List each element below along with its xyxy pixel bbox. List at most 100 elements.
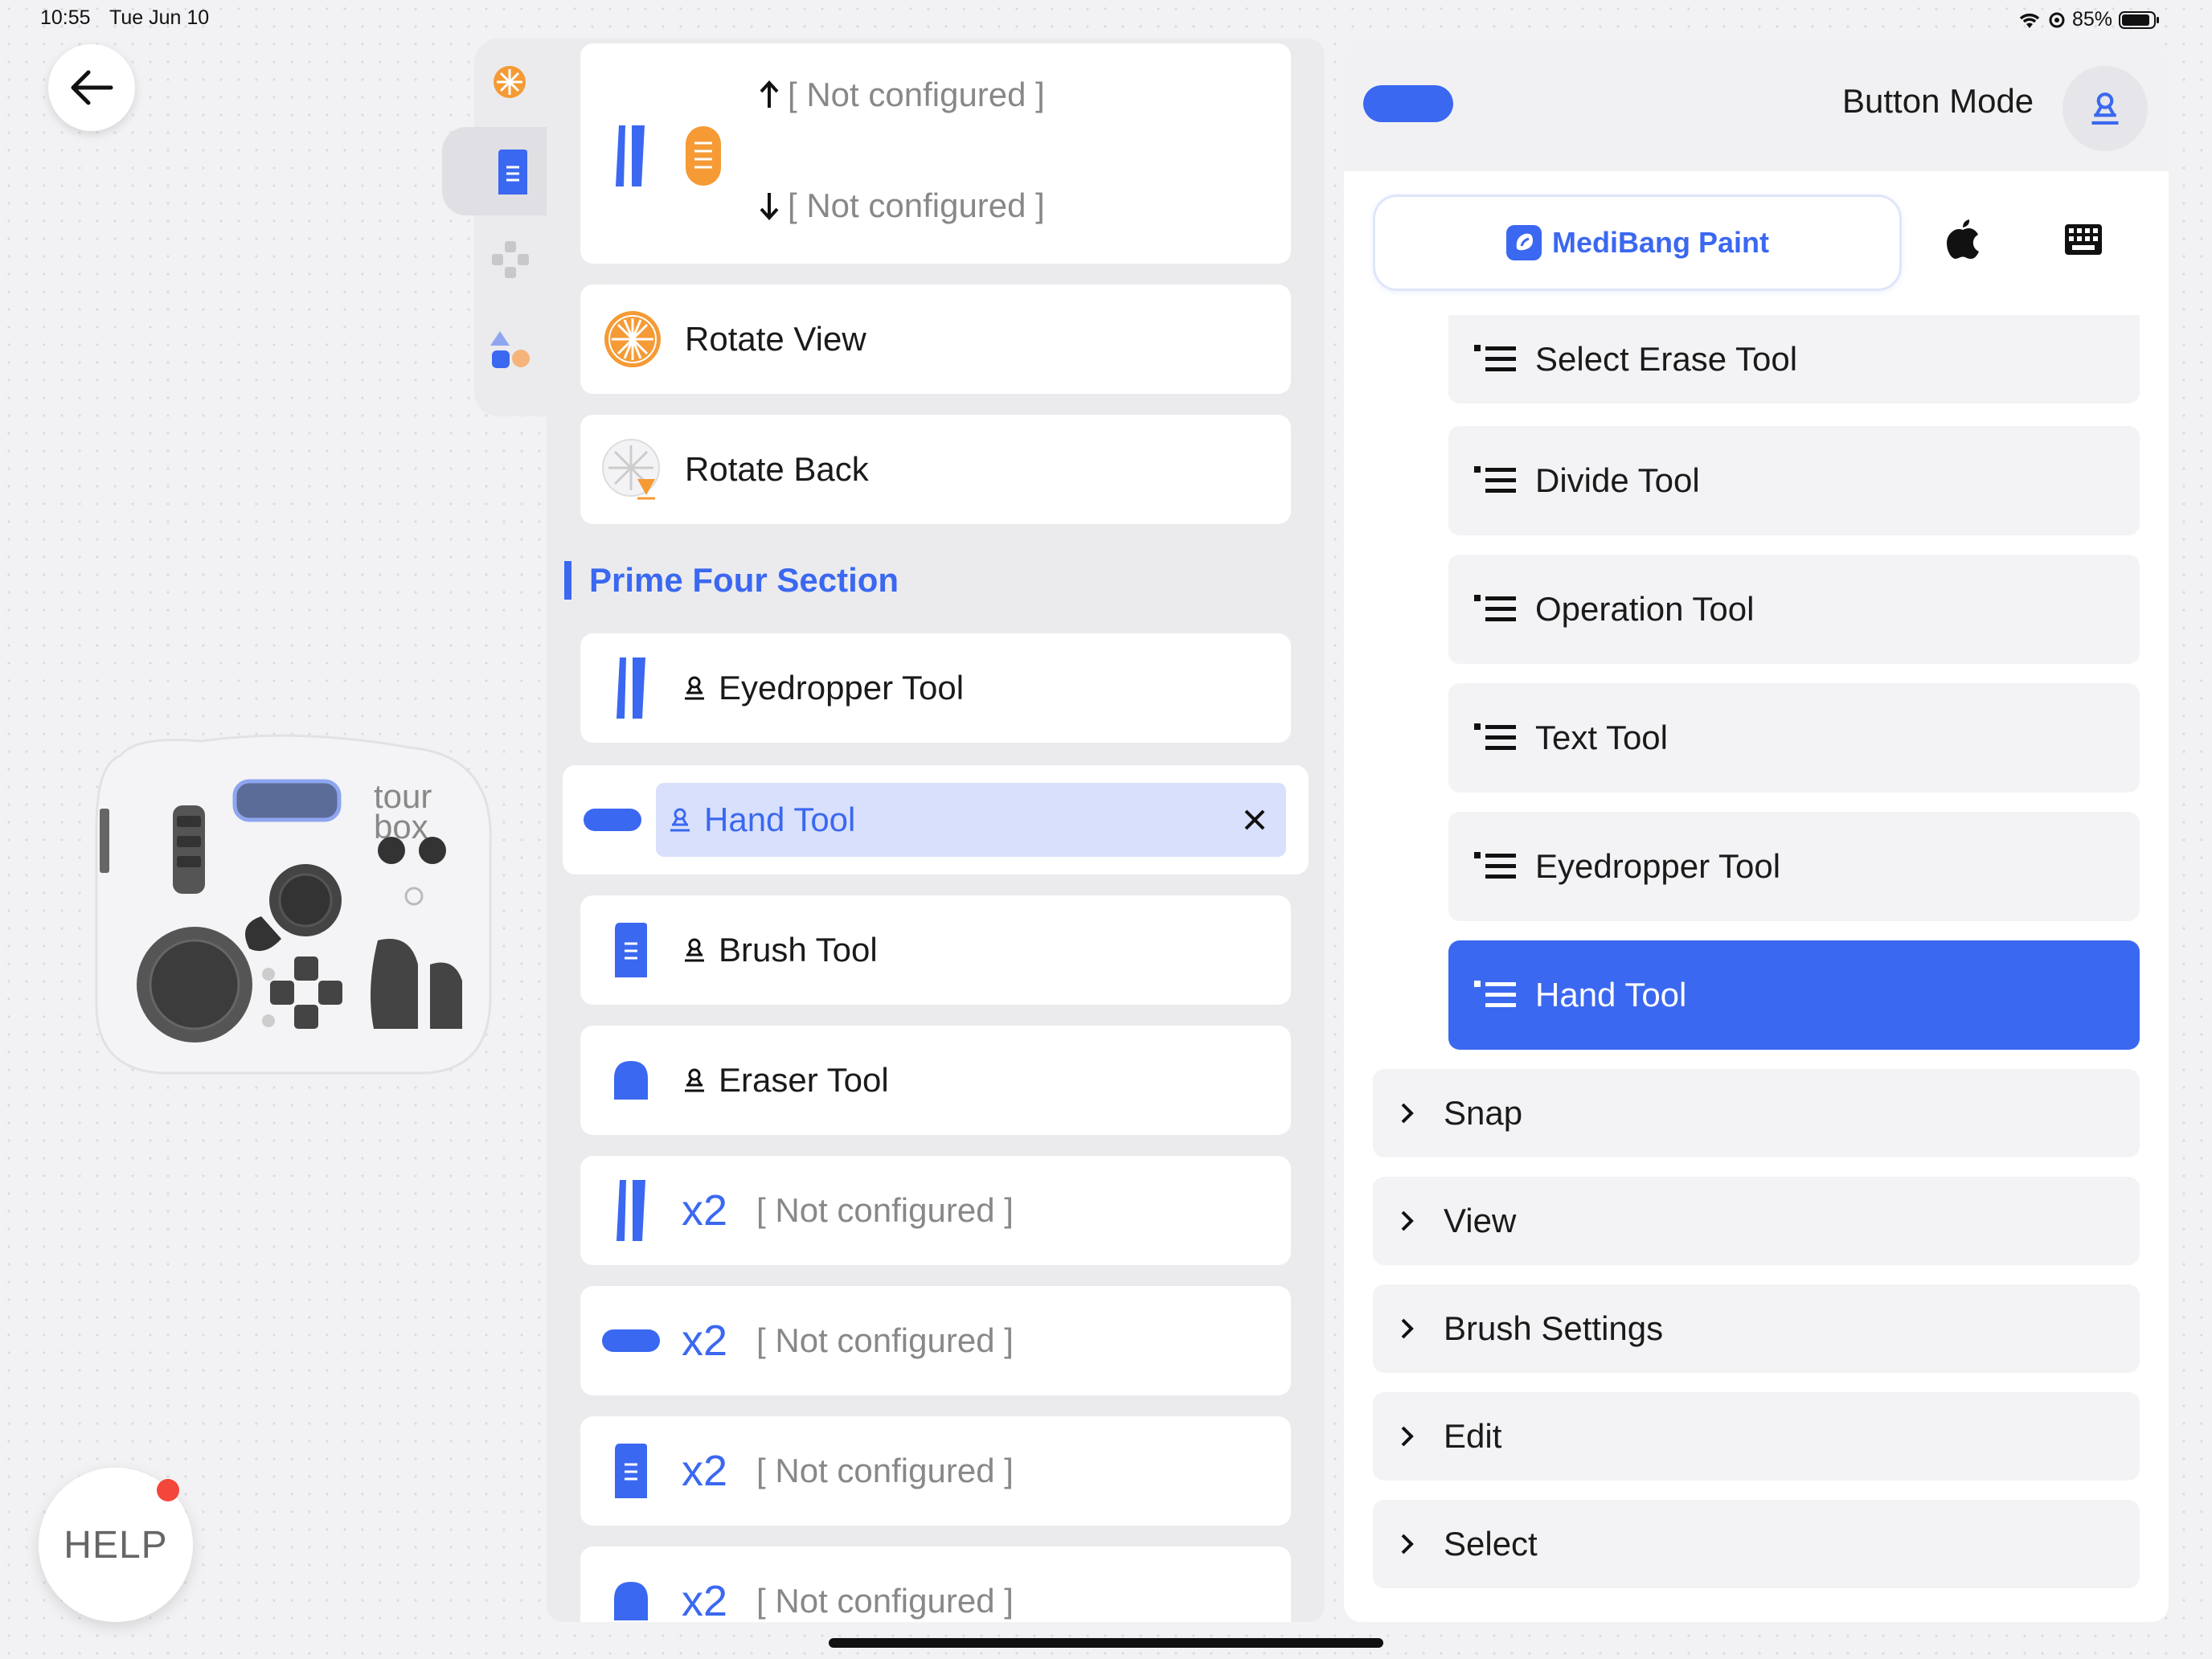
scroll-down-label: [ Not configured ] [788,186,1045,224]
status-date: Tue Jun 10 [109,6,210,29]
list-icon [1474,345,1516,371]
rotate-back-label: Rotate Back [685,450,869,488]
chevron-right-icon [1401,1210,1414,1231]
medibang-app-icon [1505,225,1542,260]
status-icons: 85% [2017,8,2161,31]
scroll-wheel-icon [686,126,721,186]
chevron-right-icon [1401,1103,1414,1124]
double-press-2-card[interactable]: x2 [ Not configured ] [580,1286,1291,1395]
selected-button-indicator [1363,85,1453,122]
prime-button-3-label: Brush Tool [719,931,878,969]
prime-button-4-card[interactable]: Eraser Tool [580,1026,1291,1135]
wide-button-icon [584,809,641,831]
button-list-icon [615,1444,647,1498]
tall-button-icon [616,1180,645,1241]
svg-text:box: box [374,808,428,846]
chevron-right-icon [1401,1318,1414,1339]
chevron-right-icon [1401,1534,1414,1555]
group-select[interactable]: Select [1373,1500,2140,1588]
tall-button-icon [616,125,645,186]
tool-item-hand-selected[interactable]: Hand Tool [1448,940,2140,1050]
list-icon [1474,852,1516,879]
round-button-icon [614,1061,648,1100]
tall-button-icon [616,657,645,719]
close-icon[interactable] [1243,808,1267,832]
button-list-icon [615,923,647,977]
tool-item-text[interactable]: Text Tool [1448,683,2140,793]
prime-button-3-card[interactable]: Brush Tool [580,895,1291,1005]
tool-item-label: Divide Tool [1535,461,1700,499]
prime-button-2-card[interactable]: Hand Tool [563,765,1309,875]
list-icon [1474,723,1516,750]
button-mode-toggle[interactable] [2062,66,2148,151]
group-brush-settings[interactable]: Brush Settings [1373,1284,2140,1373]
rotate-view-label: Rotate View [685,320,866,358]
group-edit[interactable]: Edit [1373,1392,2140,1481]
group-view[interactable]: View [1373,1177,2140,1265]
list-icon [1474,981,1516,1007]
arrow-up-icon [760,80,779,108]
tab-shapes[interactable] [489,328,532,375]
rotate-view-card[interactable]: Rotate View [580,285,1291,394]
rotate-dial-icon [604,311,661,367]
app-tab-label: MediBang Paint [1551,226,1770,259]
selected-action-chip[interactable]: Hand Tool [656,783,1286,857]
section-title: Prime Four Section [564,561,899,600]
tool-macro-icon [670,808,690,832]
notification-dot [157,1479,179,1501]
group-label: View [1444,1202,1517,1239]
tool-item-operation[interactable]: Operation Tool [1448,555,2140,664]
tab-medibang-paint[interactable]: MediBang Paint [1373,195,1902,291]
tab-rotary[interactable] [490,63,529,105]
rotate-back-card[interactable]: Rotate Back [580,415,1291,524]
double-press-badge: x2 [682,1447,728,1495]
scroll-wheel-card[interactable]: [ Not configured ] [ Not configured ] [580,43,1291,264]
tourbox-device-image: tour box [88,731,498,1093]
tool-macro-icon [2091,92,2119,125]
list-icon [1474,595,1516,621]
tab-buttons-active[interactable] [442,127,547,215]
double-press-1-label: [ Not configured ] [756,1191,1014,1229]
home-indicator[interactable] [829,1638,1383,1648]
chevron-right-icon [1401,1426,1414,1447]
double-press-3-label: [ Not configured ] [756,1452,1014,1489]
rotate-back-dial-icon [602,439,660,500]
button-list-icon [498,150,527,195]
group-label: Edit [1444,1417,1502,1455]
double-press-3-card[interactable]: x2 [ Not configured ] [580,1416,1291,1526]
back-button[interactable] [48,44,135,131]
group-snap[interactable]: Snap [1373,1069,2140,1157]
tab-keyboard[interactable] [2064,223,2103,260]
prime-button-4-label: Eraser Tool [719,1061,889,1099]
arrow-down-icon [760,193,779,220]
tool-item-label: Eyedropper Tool [1535,847,1781,885]
double-press-2-label: [ Not configured ] [756,1321,1014,1359]
group-label: Brush Settings [1444,1309,1664,1347]
tab-system[interactable] [1945,219,1981,264]
tool-item-eyedropper[interactable]: Eyedropper Tool [1448,812,2140,921]
tool-macro-icon [685,1068,704,1092]
double-press-4-card[interactable]: x2 [ Not configured ] [580,1546,1291,1622]
arrow-left-icon [71,70,113,105]
tool-item-label: Hand Tool [1535,976,1687,1014]
double-press-badge: x2 [682,1317,728,1365]
shapes-icon [490,331,530,368]
help-label: HELP [63,1523,168,1567]
list-icon [1474,466,1516,493]
double-press-badge: x2 [682,1186,728,1235]
dpad-icon [492,241,529,278]
mode-label: Button Mode [1842,82,2034,120]
apple-icon [1947,219,1979,259]
tool-item-label: Operation Tool [1535,590,1755,628]
prime-button-1-card[interactable]: Eyedropper Tool [580,633,1291,743]
tool-item-select-erase[interactable]: Select Erase Tool [1448,315,2140,403]
tool-item-label: Text Tool [1535,719,1668,756]
double-press-badge: x2 [682,1577,728,1622]
tab-dpad[interactable] [490,240,530,284]
tool-item-divide[interactable]: Divide Tool [1448,426,2140,535]
round-button-icon [614,1582,648,1620]
location-icon [2049,12,2065,27]
keyboard-grid-icon [2065,224,2102,255]
prime-button-2-label: Hand Tool [704,801,856,838]
double-press-1-card[interactable]: x2 [ Not configured ] [580,1156,1291,1265]
